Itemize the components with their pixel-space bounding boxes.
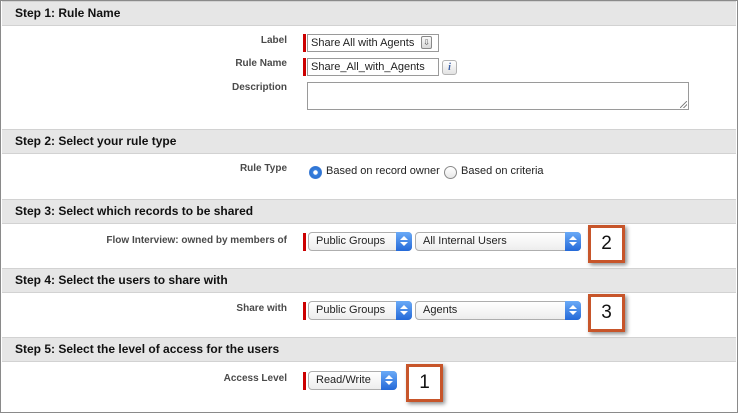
required-indicator bbox=[303, 58, 306, 76]
share-group-select[interactable]: Agents bbox=[415, 301, 581, 320]
select-arrows-icon[interactable] bbox=[396, 232, 412, 251]
description-field-label: Description bbox=[231, 82, 287, 93]
select-arrows-icon[interactable] bbox=[565, 301, 581, 320]
step-1-header: Step 1: Rule Name bbox=[2, 1, 736, 26]
required-indicator bbox=[303, 302, 306, 320]
info-icon[interactable]: i bbox=[442, 60, 457, 75]
records-group-value: All Internal Users bbox=[423, 235, 507, 247]
select-arrows-icon[interactable] bbox=[396, 301, 412, 320]
rule-name-input-value: Share_All_with_Agents bbox=[311, 61, 425, 73]
callout-1: 1 bbox=[406, 364, 443, 402]
rule-name-input[interactable]: Share_All_with_Agents bbox=[307, 58, 439, 76]
radio-record-owner-label[interactable]: Based on record owner bbox=[326, 165, 440, 177]
rule-type-label: Rule Type bbox=[239, 163, 287, 174]
label-field-label: Label bbox=[260, 35, 287, 46]
radio-criteria[interactable] bbox=[444, 166, 457, 179]
step-3-header: Step 3: Select which records to be share… bbox=[2, 199, 736, 224]
radio-record-owner[interactable] bbox=[309, 166, 322, 179]
access-level-select[interactable]: Read/Write bbox=[308, 371, 397, 390]
rule-name-field-label: Rule Name bbox=[235, 58, 287, 69]
required-indicator bbox=[303, 233, 306, 251]
select-arrows-icon[interactable] bbox=[381, 371, 397, 390]
access-level-label: Access Level bbox=[223, 373, 287, 384]
label-input[interactable]: Share All with Agents bbox=[307, 34, 439, 52]
share-group-type-select[interactable]: Public Groups bbox=[308, 301, 412, 320]
step-5-header: Step 5: Select the level of access for t… bbox=[2, 337, 736, 362]
step-2-header: Step 2: Select your rule type bbox=[2, 129, 736, 154]
records-owner-label: Flow Interview: owned by members of bbox=[106, 235, 287, 246]
description-textarea[interactable] bbox=[307, 82, 689, 110]
callout-3: 3 bbox=[588, 294, 625, 332]
records-group-select[interactable]: All Internal Users bbox=[415, 232, 581, 251]
required-indicator bbox=[303, 34, 306, 52]
radio-criteria-label[interactable]: Based on criteria bbox=[461, 165, 544, 177]
records-group-type-select[interactable]: Public Groups bbox=[308, 232, 412, 251]
select-arrows-icon[interactable] bbox=[565, 232, 581, 251]
resize-grip-icon[interactable] bbox=[680, 101, 687, 108]
share-with-label: Share with bbox=[236, 303, 287, 314]
access-level-value: Read/Write bbox=[316, 374, 371, 386]
share-group-type-value: Public Groups bbox=[316, 304, 386, 316]
step-4-header: Step 4: Select the users to share with bbox=[2, 268, 736, 293]
share-group-value: Agents bbox=[423, 304, 458, 316]
sharing-rule-form: Step 1: Rule Name Label Share All with A… bbox=[0, 0, 738, 413]
records-group-type-value: Public Groups bbox=[316, 235, 386, 247]
lookup-icon[interactable]: ⇩ bbox=[421, 36, 432, 49]
callout-2: 2 bbox=[588, 225, 625, 263]
label-input-value: Share All with Agents bbox=[311, 37, 415, 49]
required-indicator bbox=[303, 372, 306, 390]
